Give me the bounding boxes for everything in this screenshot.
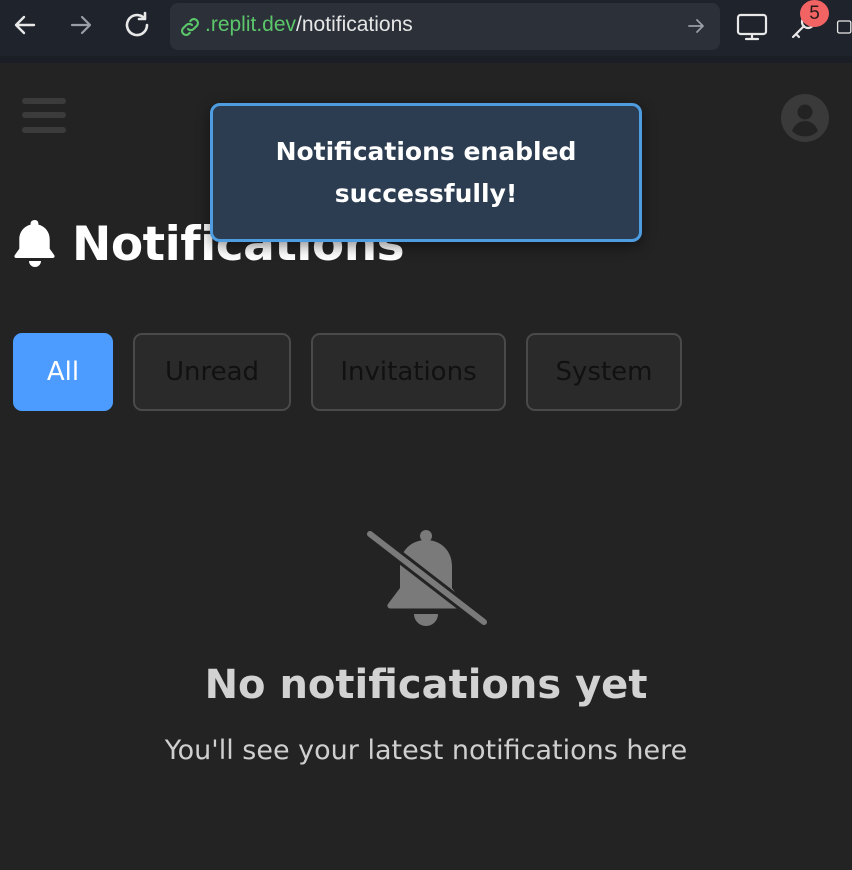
browser-toolbar: .replit.dev/notifications 5 [0,0,852,56]
success-toast: Notifications enabled successfully! [210,103,642,242]
url-path: /notifications [296,13,413,36]
back-arrow-icon[interactable] [8,8,42,42]
bell-slash-icon [364,528,490,632]
extensions-count-badge: 5 [800,0,829,27]
monitor-icon[interactable] [735,10,769,44]
toast-message: Notifications enabled successfully! [275,136,577,208]
bell-icon [12,216,58,272]
hamburger-menu-icon[interactable] [22,96,66,136]
url-domain: .replit.dev [205,13,297,36]
empty-state-title: No notifications yet [204,662,648,708]
forward-arrow-icon[interactable] [64,8,98,42]
tab-all[interactable]: All [13,333,113,411]
toolbar-divider [0,56,852,63]
reload-icon[interactable] [120,8,154,42]
go-arrow-icon[interactable] [686,16,706,40]
address-bar[interactable]: .replit.dev/notifications [170,3,720,50]
user-avatar-icon[interactable] [781,94,829,142]
tab-system[interactable]: System [526,333,682,411]
tab-invitations[interactable]: Invitations [311,333,506,411]
link-icon [178,15,202,43]
sidebar-toggle-icon[interactable] [834,10,852,44]
empty-state-subtitle: You'll see your latest notifications her… [164,735,688,766]
tab-unread[interactable]: Unread [133,333,291,411]
url-text: .replit.dev/notifications [205,13,413,37]
